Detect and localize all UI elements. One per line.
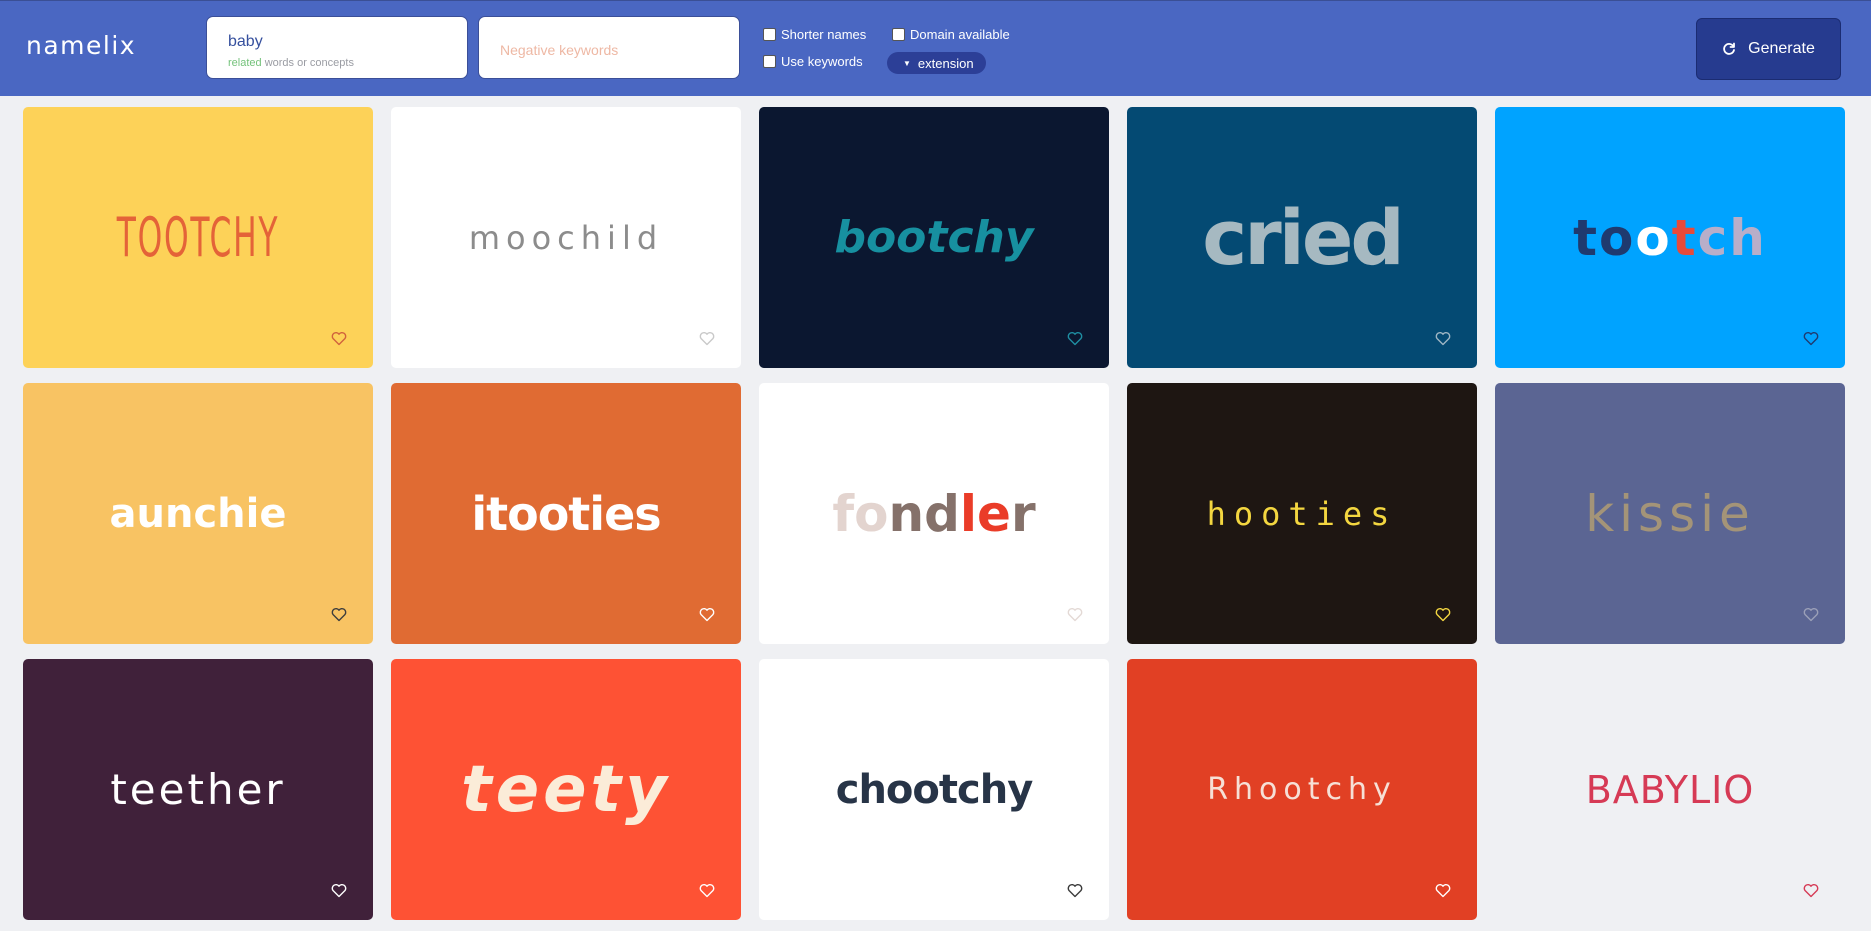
brand-name-part: t — [1671, 208, 1698, 267]
heart-outline-icon[interactable] — [1435, 331, 1451, 346]
keywords-field[interactable]: baby related words or concepts — [206, 16, 468, 79]
generate-button[interactable]: Generate — [1696, 18, 1841, 80]
refresh-icon — [1723, 42, 1736, 55]
domain-available-checkbox-box[interactable] — [892, 28, 905, 41]
brand-name: teether — [110, 765, 286, 814]
brand-name: chootchy — [835, 766, 1034, 813]
shorter-names-checkbox-box[interactable] — [763, 28, 776, 41]
heart-outline-icon[interactable] — [699, 331, 715, 346]
name-card-hooties[interactable]: hooties — [1127, 383, 1477, 644]
use-keywords-label: Use keywords — [781, 54, 863, 69]
heart-outline-icon[interactable] — [1067, 331, 1083, 346]
heart-outline-icon[interactable] — [1803, 607, 1819, 622]
negative-keywords-placeholder[interactable]: Negative keywords — [500, 42, 618, 58]
brand-name-part: o — [1635, 208, 1672, 267]
name-card-tootchy[interactable]: TOOTCHY — [23, 107, 373, 368]
heart-outline-icon[interactable] — [331, 331, 347, 346]
heart-outline-icon[interactable] — [331, 607, 347, 622]
name-card-moochild[interactable]: moochild — [391, 107, 741, 368]
brand-name: bootchy — [834, 212, 1034, 263]
domain-available-checkbox[interactable]: Domain available — [892, 27, 1010, 42]
domain-available-label: Domain available — [910, 27, 1010, 42]
name-card-bootchy[interactable]: bootchy — [759, 107, 1109, 368]
keywords-hint-related: related — [228, 57, 262, 69]
heart-outline-icon[interactable] — [1803, 331, 1819, 346]
name-card-rhootchy[interactable]: Rhootchy — [1127, 659, 1477, 920]
name-card-kissie[interactable]: kissie — [1495, 383, 1845, 644]
brand-name: hooties — [1206, 494, 1398, 533]
brand-name: itooties — [471, 486, 661, 541]
extension-label: extension — [917, 55, 974, 71]
brand-name-part: to — [1573, 208, 1636, 267]
extension-dropdown[interactable]: ▼ extension — [887, 52, 986, 74]
keywords-hint-text: words or concepts — [261, 57, 354, 69]
brand-name: TOOTCHY — [116, 206, 280, 269]
negative-keywords-field[interactable]: Negative keywords — [478, 16, 740, 79]
brand-name: fo nd le r — [759, 383, 1109, 644]
top-bar: namelix baby related words or concepts N… — [0, 0, 1871, 96]
heart-outline-icon[interactable] — [1067, 607, 1083, 622]
namelix-logo[interactable]: namelix — [26, 31, 136, 60]
heart-outline-icon[interactable] — [699, 607, 715, 622]
name-card-babylio[interactable]: BABYLIO — [1495, 659, 1845, 920]
brand-name: teety — [461, 752, 671, 827]
brand-name-part: ch — [1697, 208, 1767, 267]
name-card-fondler[interactable]: fo nd le r — [759, 383, 1109, 644]
shorter-names-checkbox[interactable]: Shorter names — [763, 27, 866, 42]
heart-outline-icon[interactable] — [331, 883, 347, 898]
heart-outline-icon[interactable] — [1435, 607, 1451, 622]
shorter-names-label: Shorter names — [781, 27, 867, 42]
brand-name: BABYLIO — [1585, 767, 1755, 812]
brand-name-part: fo — [832, 484, 889, 543]
heart-outline-icon[interactable] — [699, 883, 715, 898]
brand-name: cried — [1202, 193, 1405, 282]
brand-name: moochild — [468, 218, 664, 257]
brand-name: kissie — [1585, 484, 1755, 543]
name-card-chootchy[interactable]: chootchy — [759, 659, 1109, 920]
name-card-cried[interactable]: cried — [1127, 107, 1477, 368]
triangle-down-icon: ▼ — [903, 58, 911, 68]
heart-outline-icon[interactable] — [1435, 883, 1451, 898]
name-card-tootch[interactable]: to o t ch — [1495, 107, 1845, 368]
name-card-teety[interactable]: teety — [391, 659, 741, 920]
name-card-aunchie[interactable]: aunchie — [23, 383, 373, 644]
heart-outline-icon[interactable] — [1803, 883, 1819, 898]
brand-name-part: le — [959, 484, 1011, 543]
brand-name: Rhootchy — [1207, 772, 1397, 807]
keywords-input-value[interactable]: baby — [228, 33, 263, 51]
name-card-teether[interactable]: teether — [23, 659, 373, 920]
heart-outline-icon[interactable] — [1067, 883, 1083, 898]
brand-name-part: r — [1010, 484, 1036, 543]
brand-name: aunchie — [109, 490, 287, 537]
use-keywords-checkbox[interactable]: Use keywords — [763, 54, 863, 69]
brand-name-part: nd — [888, 484, 960, 543]
generate-label: Generate — [1748, 40, 1815, 57]
keywords-hint: related words or concepts — [228, 57, 354, 69]
brand-name: to o t ch — [1495, 107, 1845, 368]
name-card-itooties[interactable]: itooties — [391, 383, 741, 644]
use-keywords-checkbox-box[interactable] — [763, 55, 776, 68]
